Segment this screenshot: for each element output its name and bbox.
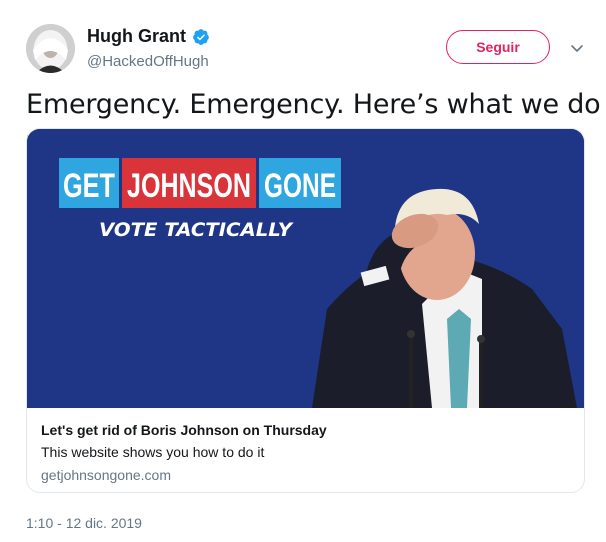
avatar-image [26, 24, 75, 73]
follow-button[interactable]: Seguir [446, 30, 550, 64]
verified-badge-icon [192, 28, 210, 46]
card-image[interactable]: GET JOHNSON GONE VOTE TACTICALLY [27, 129, 584, 408]
tagline-text: VOTE TACTICALLY [99, 219, 294, 241]
author-name-row[interactable]: Hugh Grant [87, 26, 210, 47]
card-description: This website shows you how to do it [41, 444, 265, 460]
author-display-name[interactable]: Hugh Grant [87, 26, 186, 47]
headline-word-johnson: JOHNSON [127, 167, 251, 205]
card-image-graphic: GET JOHNSON GONE VOTE TACTICALLY [27, 129, 584, 408]
headline-word-get: GET [63, 167, 115, 205]
chevron-down-icon[interactable] [569, 40, 585, 56]
link-card[interactable]: GET JOHNSON GONE VOTE TACTICALLY Let's g… [26, 128, 585, 493]
avatar[interactable] [26, 24, 75, 73]
author-handle[interactable]: @HackedOffHugh [87, 53, 209, 70]
headline-word-gone: GONE [264, 167, 336, 205]
card-title[interactable]: Let's get rid of Boris Johnson on Thursd… [41, 422, 327, 438]
card-domain[interactable]: getjohnsongone.com [41, 467, 171, 483]
tweet-timestamp[interactable]: 1:10 - 12 dic. 2019 [26, 515, 142, 531]
